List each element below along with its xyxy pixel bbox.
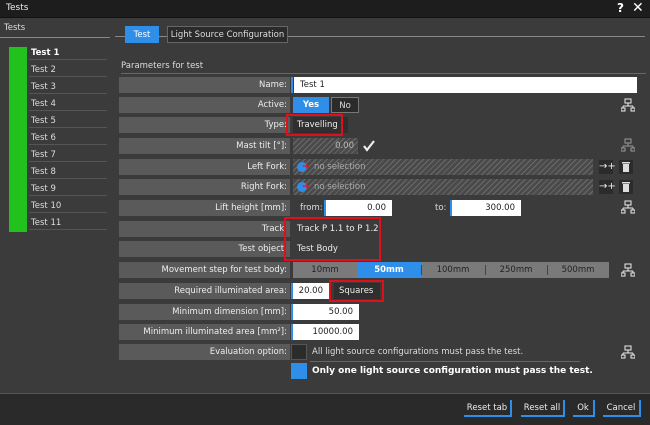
tests-panel: Tests Test 1 Test 2 Test 3 Test 4 Test 5… — [0, 18, 110, 393]
min-dimension-label: Minimum dimension [mm]: — [119, 304, 290, 320]
type-label: Type: — [119, 117, 290, 133]
hierarchy-icon[interactable] — [620, 200, 636, 214]
mast-tilt-label: Mast tilt [°]: — [119, 138, 290, 154]
right-fork-value: no selection — [314, 182, 366, 192]
test-object-label: Test object: — [119, 241, 290, 257]
reset-all-button[interactable]: Reset all — [521, 400, 565, 417]
step-option-10mm[interactable]: 10mm — [293, 262, 357, 278]
left-fork-field[interactable]: ➜ no selection — [293, 159, 593, 175]
step-option-50mm[interactable]: 50mm — [357, 262, 421, 278]
dialog-footer: Reset tab Reset all Ok Cancel — [0, 393, 650, 425]
cancel-button[interactable]: Cancel — [603, 400, 641, 417]
left-fork-label: Left Fork: — [119, 159, 290, 175]
step-option-500mm[interactable]: 500mm — [547, 262, 609, 278]
trash-icon[interactable] — [619, 180, 633, 194]
right-fork-label: Right Fork: — [119, 179, 290, 195]
active-yes-button[interactable]: Yes — [293, 97, 329, 113]
lift-to-input[interactable]: 300.00 — [452, 200, 521, 216]
trash-icon[interactable] — [619, 160, 633, 174]
from-label: from: — [300, 203, 323, 213]
movement-step-selector: 10mm 50mm 100mm 250mm 500mm — [293, 262, 609, 278]
reset-tab-button[interactable]: Reset tab — [464, 400, 512, 417]
highlight-box — [286, 114, 343, 136]
test-list-item[interactable]: Test 2 — [29, 64, 107, 77]
fork-arrow-icon: ➜ — [302, 182, 310, 192]
divider — [0, 37, 110, 38]
test-list-item[interactable]: Test 9 — [29, 183, 107, 196]
link-icon[interactable]: →+ — [599, 160, 616, 174]
required-area-input[interactable]: 20.00 — [293, 283, 329, 299]
focus-marker — [291, 77, 293, 93]
test-list-item[interactable]: Test 10 — [29, 200, 107, 213]
window-title: Tests — [6, 3, 29, 13]
help-icon[interactable]: ? — [617, 1, 624, 15]
test-list-item[interactable]: Test 8 — [29, 166, 107, 179]
required-area-label: Required illuminated area: — [119, 283, 290, 299]
divider — [121, 73, 646, 74]
name-input[interactable]: Test 1 — [294, 77, 637, 93]
track-label: Track: — [119, 221, 290, 237]
right-fork-field[interactable]: ➜ no selection — [293, 179, 593, 195]
checkmark-icon[interactable] — [362, 139, 376, 153]
hierarchy-icon[interactable] — [620, 345, 636, 359]
fork-arrow-icon: ➜ — [302, 162, 310, 172]
step-option-100mm[interactable]: 100mm — [421, 262, 485, 278]
hierarchy-icon[interactable] — [620, 263, 636, 277]
evaluation-option-all-checkbox[interactable] — [291, 344, 307, 360]
mast-tilt-input[interactable]: 0.00 — [293, 138, 358, 154]
step-option-250mm[interactable]: 250mm — [485, 262, 547, 278]
lift-height-label: Lift height [mm]: — [119, 200, 290, 216]
hierarchy-icon[interactable] — [620, 98, 636, 112]
min-dimension-input[interactable]: 50.00 — [293, 304, 359, 320]
test-list-item[interactable]: Test 11 — [29, 217, 107, 230]
section-title: Parameters for test — [121, 61, 204, 71]
min-area-label: Minimum illuminated area [mm²]: — [119, 324, 290, 340]
evaluation-label: Evaluation option: — [119, 344, 290, 360]
hierarchy-icon[interactable] — [620, 138, 636, 152]
divider — [310, 361, 580, 362]
test-list-item[interactable]: Test 7 — [29, 149, 107, 162]
left-fork-value: no selection — [314, 162, 366, 172]
highlight-box — [329, 280, 384, 302]
lift-from-input[interactable]: 0.00 — [326, 200, 392, 216]
active-label: Active: — [119, 97, 290, 113]
main-panel: Test Light Source Configuration Paramete… — [110, 18, 650, 393]
evaluation-option-one-checkbox[interactable] — [291, 363, 307, 379]
tab-light-source-configuration[interactable]: Light Source Configuration — [167, 26, 288, 43]
to-label: to: — [435, 203, 447, 213]
status-indicator — [9, 47, 27, 232]
test-list-item[interactable]: Test 3 — [29, 81, 107, 94]
test-list-item[interactable]: Test 5 — [29, 115, 107, 128]
link-icon[interactable]: →+ — [599, 180, 616, 194]
close-icon[interactable]: ✕ — [632, 0, 644, 16]
test-list-item[interactable]: Test 1 — [29, 47, 107, 60]
highlight-box — [284, 217, 381, 261]
tab-test[interactable]: Test — [125, 26, 159, 43]
evaluation-option-all-text: All light source configurations must pas… — [312, 347, 524, 357]
ok-button[interactable]: Ok — [573, 400, 595, 417]
test-list-item[interactable]: Test 4 — [29, 98, 107, 111]
name-label: Name: — [119, 77, 290, 93]
test-list-item[interactable]: Test 6 — [29, 132, 107, 145]
evaluation-option-one-text: Only one light source configuration must… — [312, 366, 593, 376]
min-area-input[interactable]: 10000.00 — [293, 324, 359, 340]
movement-step-label: Movement step for test body: — [119, 262, 290, 278]
tests-panel-title: Tests — [4, 23, 26, 33]
window-titlebar: Tests ? ✕ — [0, 0, 650, 18]
active-no-button[interactable]: No — [331, 97, 359, 113]
